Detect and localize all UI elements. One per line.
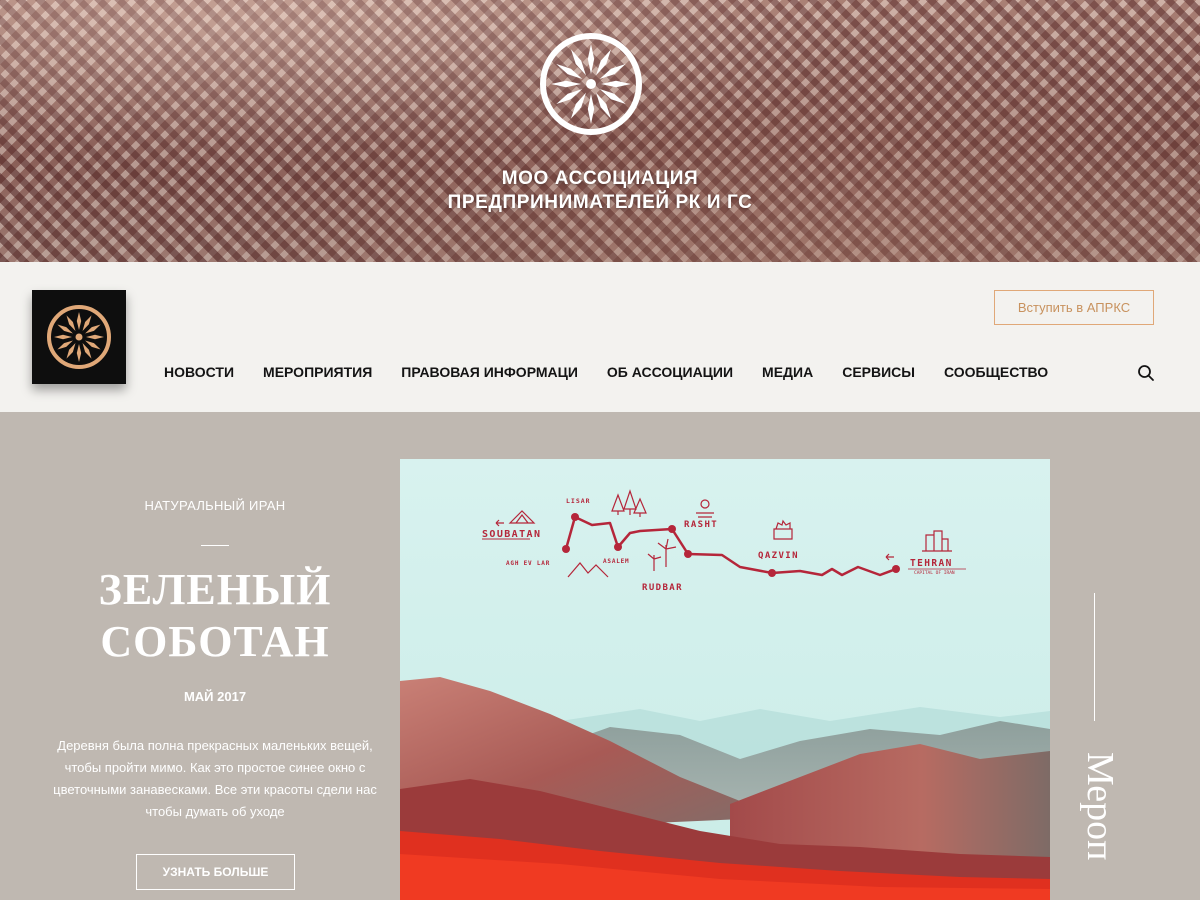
event-date: МАЙ 2017 (183, 689, 247, 704)
label-tehran-sub: CAPITAL OF IRAN (914, 570, 955, 576)
label-asalem: ASALEM (603, 558, 629, 565)
label-rudbar: RUDBAR (642, 583, 683, 593)
side-divider-line (1094, 593, 1095, 721)
emblem-ray (86, 334, 104, 340)
emblem-ray (82, 315, 92, 331)
search-button[interactable] (1136, 363, 1156, 383)
emblem-ray (551, 80, 581, 88)
stop-asalem (614, 543, 622, 551)
menu-item-media[interactable]: МЕДИА (762, 362, 813, 382)
organization-title-line1: МОО АССОЦИАЦИЯ (501, 168, 699, 189)
emblem-ray (587, 94, 595, 124)
join-association-button[interactable]: Вступить в АПРКС (994, 290, 1154, 325)
event-description: Деревня была полна прекрасных маленьких … (53, 738, 377, 819)
emblem-ray (57, 340, 73, 350)
event-category: НАТУРАЛЬНЫЙ ИРАН (144, 498, 286, 513)
emblem-ray (57, 324, 73, 334)
featured-event: НАТУРАЛЬНЫЙ ИРАН ЗЕЛЕНЫЙ СОБОТАН МАЙ 201… (40, 412, 390, 900)
search-icon (1138, 365, 1154, 381)
event-title-line1: ЗЕЛЕНЫЙ (98, 565, 332, 614)
label-lisar: LISAR (566, 497, 591, 505)
site-logo[interactable] (32, 290, 126, 384)
emblem-ray (85, 340, 101, 350)
stop-tehran (892, 565, 900, 573)
sun-wheel-emblem-icon (540, 33, 642, 135)
menu-item-events[interactable]: МЕРОПРИЯТИЯ (263, 362, 372, 382)
organization-title-line2: ПРЕДПРИНИМАТЕЛЕЙ РК И ГС (447, 192, 753, 213)
main-menu: НОВОСТИ МЕРОПРИЯТИЯ ПРАВОВАЯ ИНФОРМАЦИ О… (164, 362, 1077, 382)
menu-item-community[interactable]: СООБЩЕСТВО (944, 362, 1048, 382)
side-section-label[interactable]: Мероп (1078, 752, 1122, 861)
emblem-ray (76, 312, 82, 330)
learn-more-button[interactable]: УЗНАТЬ БОЛЬШЕ (136, 854, 295, 890)
title-divider (201, 545, 229, 546)
stop-qazvin (768, 569, 776, 577)
main-navbar: Вступить в АПРКС НОВОСТИ МЕРОПРИЯТИЯ ПРА… (0, 262, 1200, 412)
emblem-ray (54, 334, 72, 340)
emblem-ray (601, 80, 631, 88)
menu-item-about[interactable]: ОБ АССОЦИАЦИИ (607, 362, 733, 382)
sun-wheel-logo-icon (47, 305, 111, 369)
stop-rasht (668, 525, 676, 533)
stop-agh-ev-lar (562, 545, 570, 553)
hero-banner: МОО АССОЦИАЦИЯ ПРЕДПРИНИМАТЕЛЕЙ РК И ГС (0, 0, 1200, 262)
organization-title: МОО АССОЦИАЦИЯ ПРЕДПРИНИМАТЕЛЕЙ РК И ГС (0, 167, 1200, 215)
stop-rudbar (684, 550, 692, 558)
emblem-ray (82, 343, 92, 359)
emblem-ray (587, 44, 595, 74)
menu-item-legal-info[interactable]: ПРАВОВАЯ ИНФОРМАЦИ (401, 362, 578, 382)
emblem-ray (66, 315, 76, 331)
event-title: ЗЕЛЕНЫЙ СОБОТАН (40, 564, 390, 668)
label-qazvin: QAZVIN (758, 551, 799, 561)
menu-item-news[interactable]: НОВОСТИ (164, 362, 234, 382)
menu-item-services[interactable]: СЕРВИСЫ (842, 362, 915, 382)
label-soubatan: SOUBATAN (482, 529, 541, 540)
emblem-ray (66, 343, 76, 359)
event-poster[interactable]: SOUBATAN LISAR AGH EV LAR ASALEM RASHT R… (400, 459, 1050, 900)
label-tehran: TEHRAN (910, 558, 953, 569)
label-rasht: RASHT (684, 520, 718, 530)
emblem-ray (85, 324, 101, 334)
emblem-ray (76, 344, 82, 362)
label-agh-ev-lar: AGH EV LAR (506, 560, 550, 567)
stop-lisar (571, 513, 579, 521)
poster-illustration: SOUBATAN LISAR AGH EV LAR ASALEM RASHT R… (400, 459, 1050, 900)
event-title-line2: СОБОТАН (100, 617, 330, 666)
